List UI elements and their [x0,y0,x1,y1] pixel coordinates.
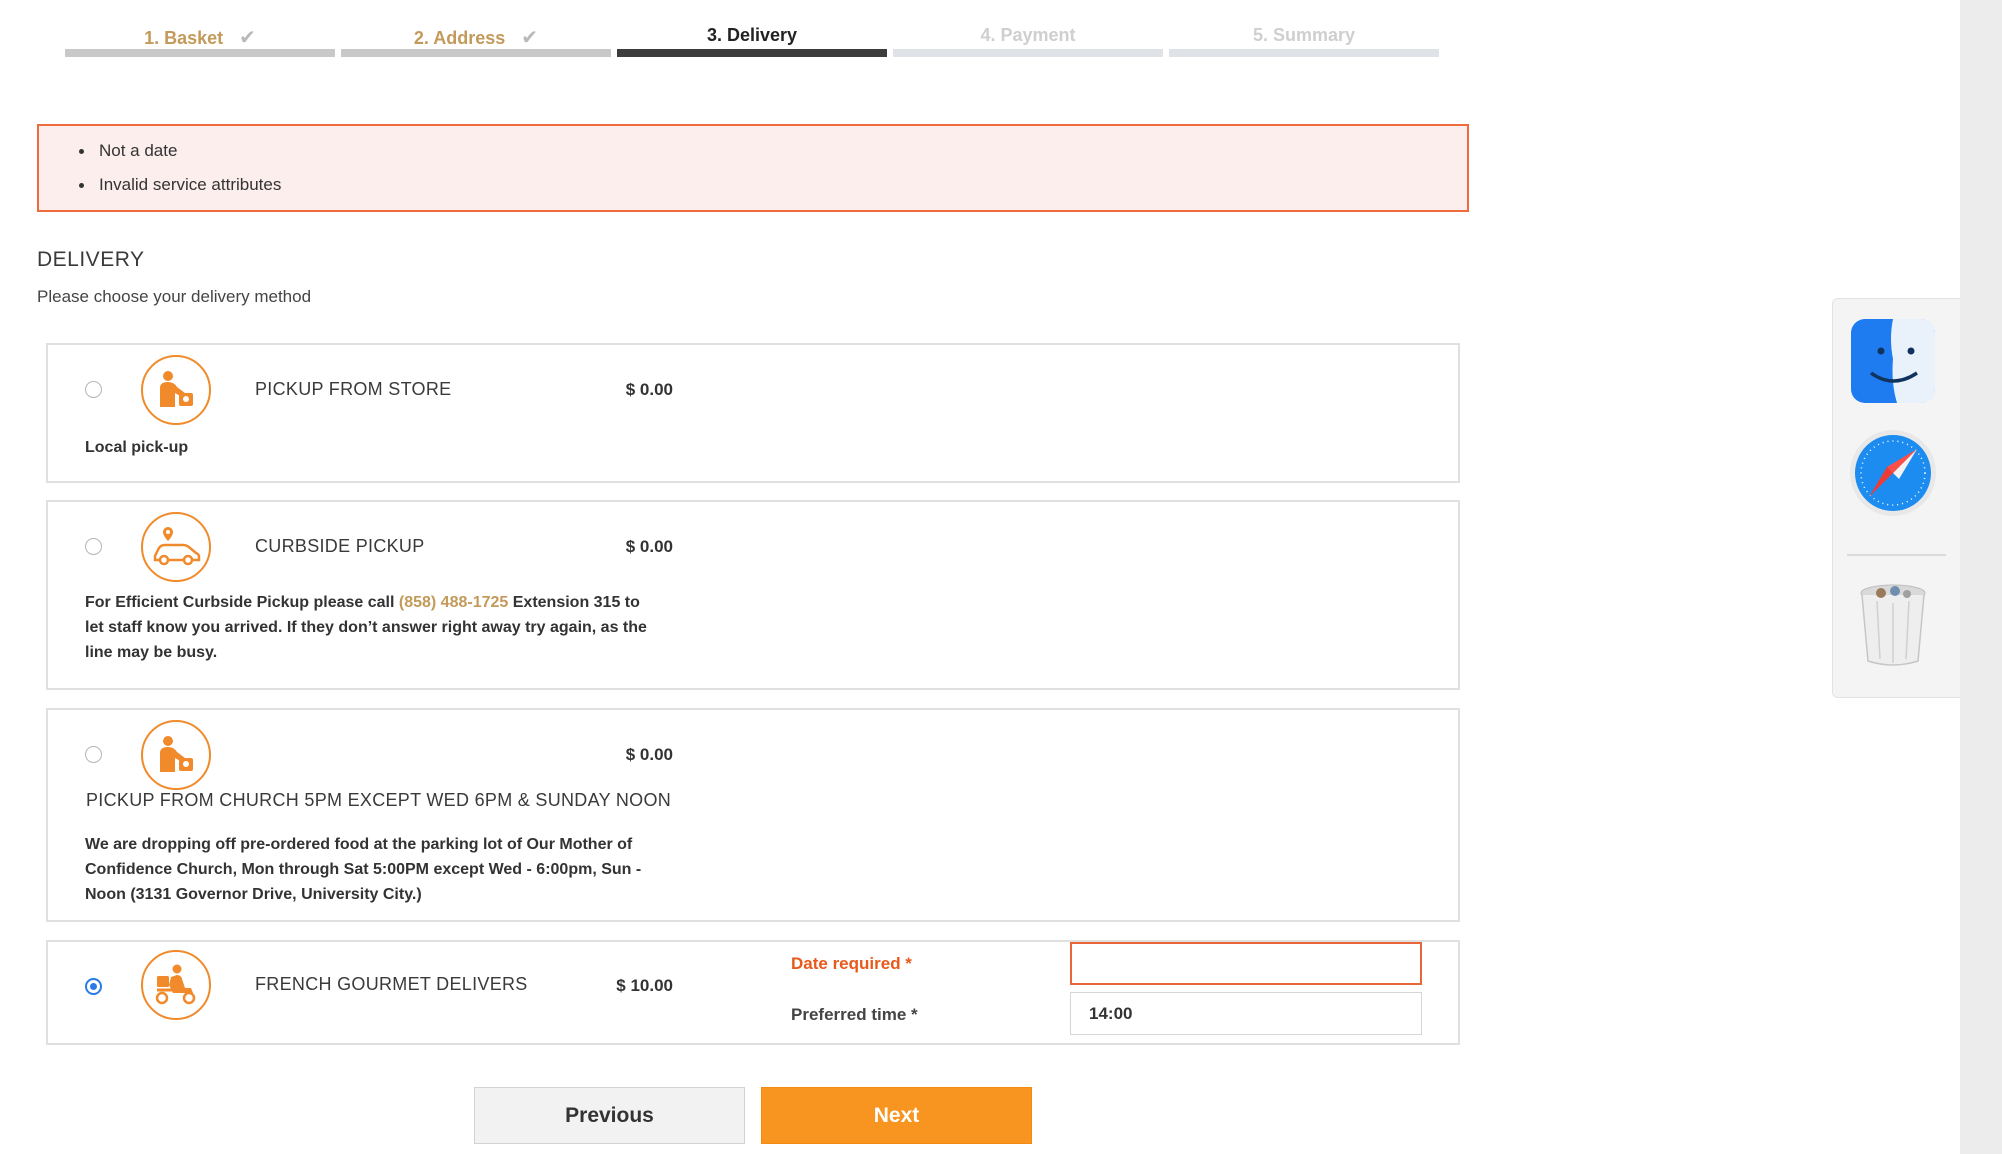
radio-home-delivery[interactable] [85,978,102,995]
checkout-stepper: 1. Basket ✔ 2. Address ✔ 3. Delivery 4. Pa… [65,22,1445,62]
option-price: $ 0.00 [625,745,673,764]
phone-link[interactable]: (858) 488-1725 [399,594,508,611]
delivery-option-store-pickup[interactable]: PICKUP FROM STORE $ 0.00 Local pick-up [46,343,1460,483]
option-description: For Efficient Curbside Pickup please cal… [85,590,655,665]
step-summary: 5. Summary [1169,22,1439,62]
page-subtitle: Please choose your delivery method [37,287,312,306]
step-progress-bar [617,49,887,57]
step-progress-bar [341,49,611,57]
step-basket[interactable]: 1. Basket ✔ [65,22,335,62]
page-title: DELIVERY [37,248,145,271]
option-price: $ 0.00 [625,537,673,556]
step-progress-bar [893,49,1163,57]
error-message-box: Not a date Invalid service attributes [37,124,1469,212]
step-label: 3. Delivery [706,25,798,45]
option-name: PICKUP FROM STORE [255,379,452,399]
dock-separator [1847,554,1946,556]
step-delivery: 3. Delivery [617,22,887,62]
error-item: Not a date [79,138,1467,172]
delivery-scooter-icon [141,950,211,1020]
delivery-option-church-pickup[interactable]: $ 0.00 PICKUP FROM CHURCH 5PM EXCEPT WED… [46,708,1460,922]
date-required-label: Date required * [791,954,912,973]
step-progress-bar [65,49,335,57]
option-description: Local pick-up [85,439,189,456]
step-payment: 4. Payment [893,22,1163,62]
checkmark-icon: ✔ [239,27,256,49]
time-input[interactable] [1070,992,1422,1035]
step-label: 2. Address [413,28,506,48]
curbside-car-icon [141,512,211,582]
option-description: We are dropping off pre-ordered food at … [85,836,642,903]
description-text: For Efficient Curbside Pickup please cal… [85,594,395,611]
option-name: PICKUP FROM CHURCH 5PM EXCEPT WED 6PM & … [86,790,672,810]
previous-button[interactable]: Previous [474,1087,745,1144]
step-label: 4. Payment [980,25,1076,45]
step-progress-bar [1169,49,1439,57]
radio-curbside[interactable] [85,538,102,555]
store-pickup-icon [141,355,211,425]
store-pickup-icon [141,720,211,790]
safari-icon[interactable] [1847,427,1939,519]
radio-church-pickup[interactable] [85,746,102,763]
preferred-time-label: Preferred time * [791,1005,918,1024]
step-address[interactable]: 2. Address ✔ [341,22,611,62]
screen-edge [1960,0,2002,1154]
step-label: 5. Summary [1252,25,1356,45]
checkmark-icon: ✔ [521,27,539,49]
option-name: FRENCH GOURMET DELIVERS [255,974,528,994]
dock [1832,298,1960,698]
radio-store-pickup[interactable] [85,381,102,398]
delivery-option-home-delivery[interactable]: FRENCH GOURMET DELIVERS $ 10.00 Date req… [46,940,1460,1045]
date-input[interactable] [1070,942,1422,985]
next-button[interactable]: Next [761,1087,1032,1144]
option-price: $ 0.00 [625,380,673,399]
error-item: Invalid service attributes [79,172,1467,206]
option-name: CURBSIDE PICKUP [255,536,425,556]
step-label: 1. Basket [144,28,224,48]
delivery-option-curbside[interactable]: CURBSIDE PICKUP $ 0.00 For Efficient Cur… [46,500,1460,690]
finder-icon[interactable] [1847,315,1939,407]
trash-icon[interactable] [1847,577,1939,669]
option-price: $ 10.00 [616,976,673,995]
